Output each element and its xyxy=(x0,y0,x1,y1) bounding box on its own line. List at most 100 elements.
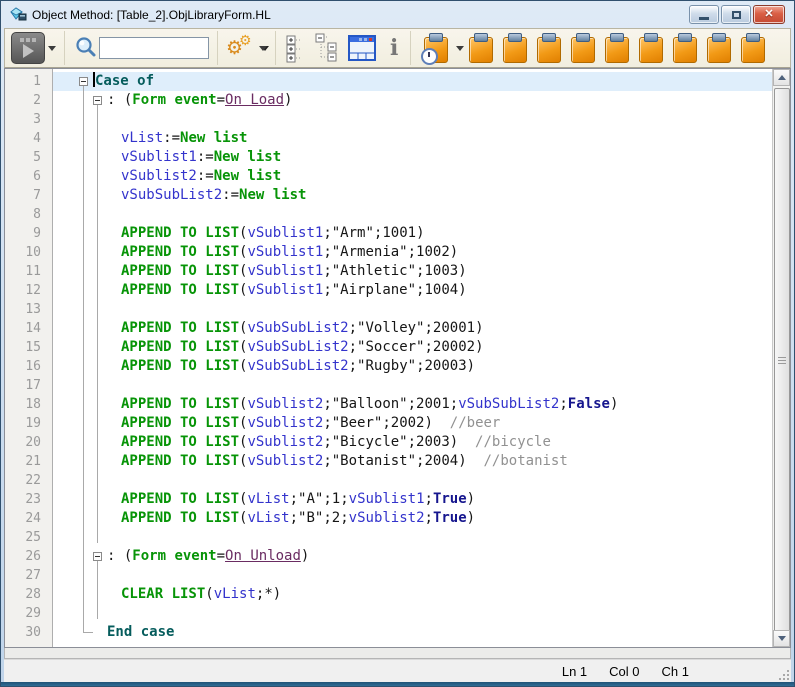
window-title: Object Method: [Table_2].ObjLibraryForm.… xyxy=(32,8,689,22)
expand-all-button[interactable] xyxy=(284,33,308,63)
line-number: 18 xyxy=(5,395,52,414)
clipboard-icon[interactable] xyxy=(605,37,629,63)
clipboard-icon[interactable] xyxy=(469,37,493,63)
clipboard-icon[interactable] xyxy=(639,37,663,63)
clipboard-icon[interactable] xyxy=(707,37,731,63)
code-line[interactable]: vSublist1:=New list xyxy=(53,148,772,167)
code-line[interactable]: APPEND TO LIST(vSublist2;"Bicycle";2003)… xyxy=(53,433,772,452)
token-pn: ; xyxy=(290,491,298,507)
code-line[interactable]: APPEND TO LIST(vSublist2;"Botanist";2004… xyxy=(53,452,772,471)
code-line[interactable]: vSubSubList2:=New list xyxy=(53,186,772,205)
clipboard-icon[interactable] xyxy=(741,37,765,63)
editor-toolbar: ⚙⚙ xyxy=(4,28,791,68)
code-line[interactable]: APPEND TO LIST(vSublist1;"Athletic";1003… xyxy=(53,262,772,281)
toolbar-separator xyxy=(410,31,411,65)
code-line[interactable] xyxy=(53,110,772,129)
code-line[interactable] xyxy=(53,566,772,585)
token-bool: False xyxy=(568,396,610,412)
clipboard-icon[interactable] xyxy=(673,37,697,63)
code-line[interactable] xyxy=(53,376,772,395)
clipboard-icon[interactable] xyxy=(537,37,561,63)
horizontal-scroll-area[interactable] xyxy=(4,648,791,659)
line-number: 5 xyxy=(5,148,52,167)
code-line[interactable]: APPEND TO LIST(vSubSubList2;"Soccer";200… xyxy=(53,338,772,357)
vertical-scrollbar[interactable] xyxy=(772,69,790,647)
code-line[interactable]: APPEND TO LIST(vList;"A";1;vSublist1;Tru… xyxy=(53,490,772,509)
token-str: "Soccer" xyxy=(357,339,424,355)
token-var: vSublist1 xyxy=(247,282,323,298)
status-column: Col 0 xyxy=(609,664,639,679)
code-line[interactable]: APPEND TO LIST(vSublist2;"Balloon";2001;… xyxy=(53,395,772,414)
token-cmd: APPEND TO LIST xyxy=(121,491,239,507)
code-line[interactable]: Case of xyxy=(53,72,772,91)
line-number: 11 xyxy=(5,262,52,281)
fold-collapse-box[interactable] xyxy=(93,96,102,105)
scroll-up-button[interactable] xyxy=(773,69,790,86)
code-line[interactable]: End case xyxy=(53,623,772,642)
code-line[interactable]: vSublist2:=New list xyxy=(53,167,772,186)
token-str: "Athletic" xyxy=(332,263,416,279)
code-line[interactable] xyxy=(53,604,772,623)
code-line[interactable] xyxy=(53,471,772,490)
line-number: 24 xyxy=(5,509,52,528)
run-dropdown-arrow[interactable] xyxy=(48,46,56,51)
token-cmd: New list xyxy=(180,130,247,146)
code-line[interactable]: : (Form event=On Unload) xyxy=(53,547,772,566)
macros-dropdown-arrow[interactable] xyxy=(259,46,267,51)
code-line[interactable] xyxy=(53,300,772,319)
token-var: vSubSubList2 xyxy=(458,396,559,412)
search-icon[interactable] xyxy=(73,35,99,61)
token-pn: ) xyxy=(424,415,432,431)
code-line[interactable]: APPEND TO LIST(vSublist1;"Airplane";1004… xyxy=(53,281,772,300)
close-button[interactable]: ✕ xyxy=(753,5,785,24)
code-line[interactable]: vList:=New list xyxy=(53,129,772,148)
macros-button[interactable]: ⚙⚙ xyxy=(226,33,267,63)
token-var: vSublist1 xyxy=(349,491,425,507)
minimize-button[interactable] xyxy=(689,5,719,24)
line-number: 28 xyxy=(5,585,52,604)
fold-collapse-box[interactable] xyxy=(93,552,102,561)
code-line[interactable]: APPEND TO LIST(vSubSubList2;"Volley";200… xyxy=(53,319,772,338)
line-number: 17 xyxy=(5,376,52,395)
code-line[interactable]: APPEND TO LIST(vSubSubList2;"Rugby";2000… xyxy=(53,357,772,376)
clipboard-icon[interactable] xyxy=(503,37,527,63)
token-pn: = xyxy=(217,92,225,108)
token-num: 1004 xyxy=(424,282,458,298)
collapse-all-button[interactable] xyxy=(314,33,340,63)
code-line[interactable]: APPEND TO LIST(vSublist1;"Armenia";1002) xyxy=(53,243,772,262)
code-line[interactable] xyxy=(53,528,772,547)
code-line[interactable] xyxy=(53,205,772,224)
token-var: vSublist2 xyxy=(247,415,323,431)
title-bar: Object Method: [Table_2].ObjLibraryForm.… xyxy=(4,1,791,28)
clipboard-history-button[interactable] xyxy=(419,33,464,63)
information-button[interactable]: i xyxy=(386,37,402,59)
code-line[interactable]: APPEND TO LIST(vList;"B";2;vSublist2;Tru… xyxy=(53,509,772,528)
token-cmt: //botanist xyxy=(467,453,568,469)
line-number: 7 xyxy=(5,186,52,205)
token-str: "Volley" xyxy=(357,320,424,336)
run-method-button[interactable] xyxy=(11,32,56,64)
scroll-down-button[interactable] xyxy=(773,630,790,647)
token-cmd: APPEND TO LIST xyxy=(121,453,239,469)
code-line[interactable]: CLEAR LIST(vList;*) xyxy=(53,585,772,604)
token-cmd: APPEND TO LIST xyxy=(121,510,239,526)
scrollbar-thumb[interactable] xyxy=(774,88,790,633)
token-pn: ; xyxy=(323,244,331,260)
code-editor[interactable]: 1234567891011121314151617181920212223242… xyxy=(4,68,791,648)
fold-collapse-box[interactable] xyxy=(79,77,88,86)
run-method-icon xyxy=(11,32,45,64)
code-line[interactable]: APPEND TO LIST(vSublist1;"Arm";1001) xyxy=(53,224,772,243)
resize-grip[interactable] xyxy=(777,668,789,680)
token-var: vSublist2 xyxy=(349,510,425,526)
maximize-button[interactable] xyxy=(721,5,751,24)
code-area[interactable]: Case of: (Form event=On Load) vList:=New … xyxy=(53,69,772,647)
clipboard-dropdown-arrow[interactable] xyxy=(456,46,464,51)
maximize-icon xyxy=(732,11,741,19)
clipboard-icon[interactable] xyxy=(571,37,595,63)
token-pn: := xyxy=(163,130,180,146)
code-line[interactable]: : (Form event=On Load) xyxy=(53,91,772,110)
search-combobox[interactable] xyxy=(99,37,209,59)
code-line[interactable]: APPEND TO LIST(vSublist2;"Beer";2002) //… xyxy=(53,414,772,433)
method-properties-button[interactable] xyxy=(348,35,376,61)
toolbar-separator xyxy=(217,31,218,65)
